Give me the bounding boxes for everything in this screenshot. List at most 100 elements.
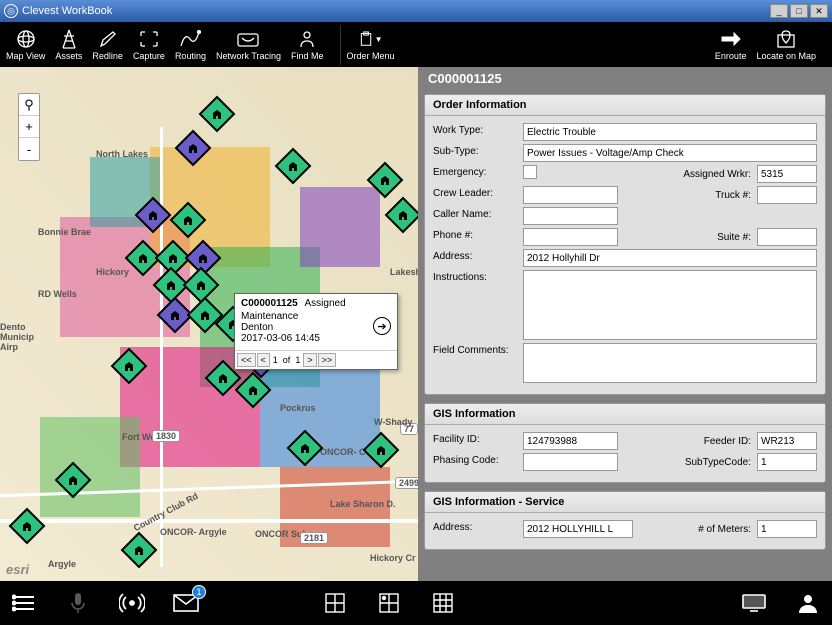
arrow-right-icon xyxy=(719,29,743,49)
close-button[interactable]: ✕ xyxy=(810,4,828,18)
routing-icon xyxy=(178,29,202,49)
pager-first-button[interactable]: << xyxy=(237,353,256,367)
gis-info-panel: GIS Information Facility ID: Feeder ID: … xyxy=(424,403,826,483)
zoom-out-button[interactable]: - xyxy=(19,138,39,160)
map-label: Dento Municip Airp xyxy=(0,322,40,352)
ordermenu-button[interactable]: ▼ Order Menu xyxy=(347,29,395,61)
phone-field[interactable] xyxy=(523,228,618,246)
network-tracing-button[interactable]: Network Tracing xyxy=(216,29,281,61)
subtypecode-label: SubTypeCode: xyxy=(685,457,751,468)
panel-title: GIS Information xyxy=(425,404,825,425)
window-titlebar: ◎ Clevest WorkBook _ □ ✕ xyxy=(0,0,832,22)
broadcast-button[interactable] xyxy=(118,589,146,617)
grid2-button[interactable] xyxy=(375,589,403,617)
menu-button[interactable] xyxy=(10,589,38,617)
fieldcomments-label: Field Comments: xyxy=(433,343,523,356)
window-title: Clevest WorkBook xyxy=(22,5,112,17)
map-label: Bonnie Brae xyxy=(38,227,91,237)
assets-button[interactable]: Assets xyxy=(55,29,82,61)
meters-label: # of Meters: xyxy=(698,524,751,535)
order-info-panel: Order Information Work Type: Sub-Type: E… xyxy=(424,94,826,395)
form-pane: C000001125 Order Information Work Type: … xyxy=(418,67,832,581)
bottom-bar: 1 xyxy=(0,581,832,625)
instructions-label: Instructions: xyxy=(433,270,523,283)
map-label: Argyle xyxy=(48,559,76,569)
address-label: Address: xyxy=(433,249,523,262)
monitor-button[interactable] xyxy=(740,589,768,617)
worktype-label: Work Type: xyxy=(433,123,523,136)
map-label: Hickory Cr xyxy=(370,553,416,563)
feeder-field[interactable] xyxy=(757,432,817,450)
popup-next-button[interactable]: ➔ xyxy=(373,317,391,335)
capture-icon xyxy=(137,29,161,49)
route-shield: 2499 xyxy=(395,477,418,489)
findme-button[interactable]: Find Me xyxy=(291,29,324,61)
map-pin-icon xyxy=(774,29,798,49)
worktype-field[interactable] xyxy=(523,123,817,141)
emergency-checkbox[interactable] xyxy=(523,165,537,179)
routing-button[interactable]: Routing xyxy=(175,29,206,61)
gis-service-panel: GIS Information - Service Address: # of … xyxy=(424,491,826,550)
locate-button[interactable]: Locate on Map xyxy=(756,29,816,61)
instructions-field[interactable] xyxy=(523,270,817,340)
grid1-button[interactable] xyxy=(321,589,349,617)
capture-button[interactable]: Capture xyxy=(133,29,165,61)
main-toolbar: Map View Assets Redline Capture Routing … xyxy=(0,22,832,67)
person-pin-icon xyxy=(295,29,319,49)
assignedwrkr-label: Assigned Wrkr: xyxy=(683,169,751,180)
facility-field[interactable] xyxy=(523,432,618,450)
subtypecode-field[interactable] xyxy=(757,453,817,471)
clipboard-icon: ▼ xyxy=(359,29,383,49)
meters-field[interactable] xyxy=(757,520,817,538)
map-label: Lake Sharon D. xyxy=(330,499,396,509)
map-label: Lakesh xyxy=(390,267,418,277)
popup-id: C000001125 xyxy=(241,298,298,309)
mapview-button[interactable]: Map View xyxy=(6,29,45,61)
address-field[interactable] xyxy=(523,249,817,267)
srv-address-field[interactable] xyxy=(523,520,633,538)
caller-label: Caller Name: xyxy=(433,207,523,220)
mic-button[interactable] xyxy=(64,589,92,617)
fieldcomments-field[interactable] xyxy=(523,343,817,383)
redline-button[interactable]: Redline xyxy=(92,29,123,61)
phasing-field[interactable] xyxy=(523,453,618,471)
main-area: North Lakes Bonnie Brae Hickory RD Wells… xyxy=(0,67,832,581)
tower-icon xyxy=(57,29,81,49)
crewleader-field[interactable] xyxy=(523,186,618,204)
popup-line: Maintenance xyxy=(241,311,391,322)
phasing-label: Phasing Code: xyxy=(433,453,523,466)
zoom-controls: ⚲ + - xyxy=(18,93,40,161)
pager-last-button[interactable]: >> xyxy=(318,353,337,367)
panel-title: GIS Information - Service xyxy=(425,492,825,513)
zoom-magnify-button[interactable]: ⚲ xyxy=(19,94,39,116)
map-label: ONCOR- Argyle xyxy=(160,527,227,537)
truck-field[interactable] xyxy=(757,186,817,204)
toolbar-divider xyxy=(340,25,341,65)
subtype-field[interactable] xyxy=(523,144,817,162)
app-icon: ◎ xyxy=(4,4,18,18)
messages-badge: 1 xyxy=(192,585,206,599)
maximize-button[interactable]: □ xyxy=(790,4,808,18)
popup-line: 2017-03-06 14:45 xyxy=(241,333,391,344)
map-pane[interactable]: North Lakes Bonnie Brae Hickory RD Wells… xyxy=(0,67,418,581)
suite-field[interactable] xyxy=(757,228,817,246)
pager-prev-button[interactable]: < xyxy=(257,353,270,367)
messages-button[interactable]: 1 xyxy=(172,589,200,617)
minimize-button[interactable]: _ xyxy=(770,4,788,18)
zoom-in-button[interactable]: + xyxy=(19,116,39,138)
map-label: Hickory xyxy=(96,267,129,277)
map-label: North Lakes xyxy=(96,149,148,159)
srv-address-label: Address: xyxy=(433,520,523,533)
facility-label: Facility ID: xyxy=(433,432,523,445)
assignedwrkr-field[interactable] xyxy=(757,165,817,183)
network-icon xyxy=(236,29,260,49)
route-shield: 1830 xyxy=(152,430,180,442)
crewleader-label: Crew Leader: xyxy=(433,186,523,199)
caller-field[interactable] xyxy=(523,207,618,225)
subtype-label: Sub-Type: xyxy=(433,144,523,157)
enroute-button[interactable]: Enroute xyxy=(715,29,747,61)
map-label: Pockrus xyxy=(280,403,316,413)
user-button[interactable] xyxy=(794,589,822,617)
pager-next-button[interactable]: > xyxy=(303,353,316,367)
grid3-button[interactable] xyxy=(429,589,457,617)
